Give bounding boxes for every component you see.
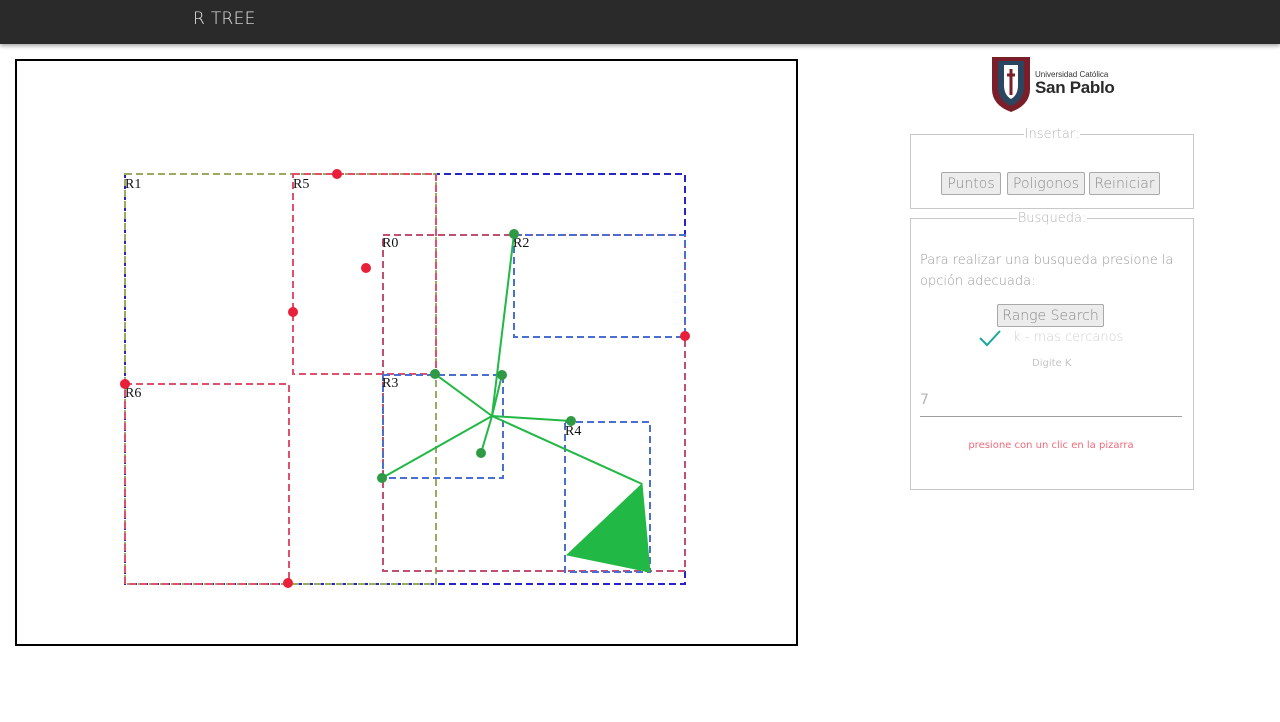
region-label-r1: R1 [125, 177, 141, 192]
red-point [288, 307, 298, 317]
app-title: R TREE [193, 9, 256, 29]
search-legend: Busqueda: [1017, 211, 1087, 226]
green-point [476, 448, 486, 458]
rtree-canvas[interactable]: R1 R5 R0 R2 R3 R6 R4 [17, 61, 796, 644]
red-point [120, 379, 130, 389]
knn-option-label[interactable]: k - mas cercanos [1013, 330, 1123, 345]
range-search-button[interactable]: Range Search [997, 304, 1104, 327]
points-button[interactable]: Puntos [941, 172, 1001, 195]
logo-text-name: San Pablo [1035, 78, 1115, 97]
green-point [377, 473, 387, 483]
insert-legend: Insertar: [1024, 127, 1080, 142]
polygons-button[interactable]: Poligonos [1007, 172, 1085, 195]
red-point [361, 263, 371, 273]
mbr-r5 [292, 173, 437, 375]
shield-logo-icon [992, 57, 1030, 112]
green-point [497, 370, 507, 380]
k-input[interactable] [920, 383, 1182, 417]
green-point [430, 369, 440, 379]
search-help-text: Para realizar una busqueda presione la o… [920, 253, 1174, 289]
region-label-r0: R0 [382, 236, 398, 251]
insert-panel: Insertar: [910, 127, 1194, 209]
red-point [332, 169, 342, 179]
region-label-r3: R3 [382, 376, 398, 391]
green-points [377, 229, 576, 483]
checkmark-icon[interactable] [978, 328, 1002, 348]
top-navbar: R TREE [0, 0, 1280, 44]
triangle-polygon [565, 482, 651, 573]
k-field-label: Digite K [1032, 358, 1072, 369]
red-point [680, 331, 690, 341]
drawing-board[interactable]: R1 R5 R0 R2 R3 R6 R4 [15, 59, 798, 646]
university-logo: Universidad Católica San Pablo [990, 55, 1120, 113]
knn-line [434, 373, 493, 417]
green-point [566, 416, 576, 426]
red-point [283, 578, 293, 588]
mbr-r6 [124, 383, 290, 585]
region-label-r5: R5 [293, 177, 309, 192]
mbr-r2 [513, 234, 686, 338]
knn-lines [381, 233, 643, 485]
region-label-r4: R4 [565, 424, 581, 439]
green-point [509, 229, 519, 239]
reset-button[interactable]: Reiniciar [1089, 172, 1160, 195]
click-board-hint: presione con un clic en la pizarra [968, 440, 1134, 451]
mbr-r3 [382, 374, 504, 479]
